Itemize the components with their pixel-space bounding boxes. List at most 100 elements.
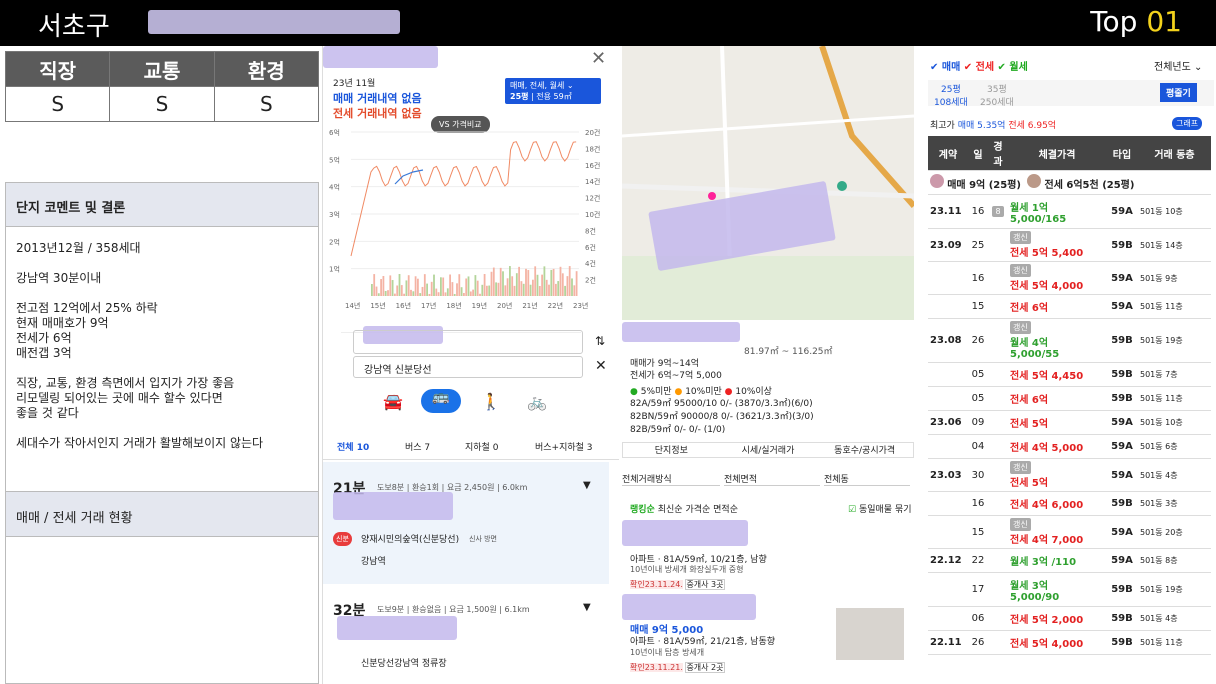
volume-bar [437, 292, 440, 296]
map-view[interactable] [622, 46, 914, 320]
volume-bar [490, 271, 493, 296]
volume-bar [407, 275, 410, 296]
tab-price[interactable]: 시세/실거래가 [720, 443, 817, 457]
volume-bar [460, 287, 463, 296]
volume-bar [380, 279, 382, 296]
volume-bar [472, 289, 474, 296]
size-tab-25[interactable]: 25평 108세대 [934, 82, 968, 108]
comment-box: 단지 코멘트 및 결론 2013년12월 / 358세대 강남역 30분이내 전… [5, 182, 319, 684]
volume-bar [377, 293, 380, 296]
volume-bar [465, 278, 468, 296]
rank-label: Top 01 [1090, 5, 1182, 38]
table-row: 05 전세 6억 59B 501동 11층 [928, 386, 1211, 411]
dest-field[interactable]: 강남역 신분당선 [353, 356, 583, 378]
x-tick: 22년 [548, 301, 563, 310]
comment-title: 단지 코멘트 및 결론 [6, 183, 318, 227]
volume-bar [486, 285, 488, 296]
volume-bar [483, 274, 486, 296]
walk-icon[interactable]: 🚶 [481, 392, 501, 411]
volume-bar [371, 284, 373, 296]
close-icon[interactable]: ✕ [591, 48, 606, 69]
graph-button[interactable]: 그래프 [1172, 117, 1203, 130]
filter-area[interactable]: 전체면적 [724, 472, 820, 486]
filter-dong[interactable]: 전체동 [824, 472, 910, 486]
volume-bar [449, 274, 451, 296]
volume-bar [541, 274, 543, 296]
volume-bar [423, 274, 426, 296]
table-row: 22.12 22 월세 3억 /110 59A 501동 8층 [928, 548, 1211, 573]
volume-bar [394, 293, 396, 296]
swap-icon[interactable]: ⇅ [595, 334, 605, 348]
volume-bar [499, 267, 502, 296]
transit-icon[interactable]: 🚌 [421, 389, 461, 413]
volume-bar [536, 274, 539, 296]
table-row: 23.08 26 갱신 월세 4억 5,000/55 59B 501동 19층 [928, 318, 1211, 363]
volume-bar [538, 285, 541, 296]
volume-bar [426, 283, 428, 296]
avatar [930, 174, 944, 188]
table-row: 04 전세 4억 5,000 59A 501동 6층 [928, 434, 1211, 459]
y-tick-right: 6건 [585, 243, 596, 252]
tab-complex-info[interactable]: 단지정보 [623, 443, 720, 457]
pyeong-button[interactable]: 평줄기 [1160, 83, 1197, 102]
table-row: 23.09 25 갱신 전세 5억 5,400 59B 501동 14층 [928, 228, 1211, 262]
volume-bar [534, 266, 537, 296]
y-tick-left: 2억 [329, 238, 340, 246]
volume-bar [568, 266, 571, 296]
volume-bar [421, 286, 424, 296]
volume-bar [442, 277, 445, 296]
tab-bus-subway[interactable]: 버스+지하철 3 [535, 440, 593, 453]
tab-units[interactable]: 동호수/공시가격 [816, 443, 913, 457]
volume-bar [467, 276, 470, 296]
volume-bar [391, 280, 394, 296]
x-tick: 16년 [396, 301, 411, 310]
route-option-2[interactable]: 32분 도보9분 | 환승없음 | 요금 1,500원 | 6.1km ▼ 신분… [323, 586, 609, 684]
page-title: 서초구 [38, 12, 110, 42]
table-row: 23.11 16 8 월세 1억 5,000/165 59A 501동 10층 [928, 194, 1211, 229]
comment-body: 2013년12월 / 358세대 강남역 30분이내 전고점 12억에서 25%… [16, 241, 264, 450]
volume-bar [451, 282, 454, 296]
header-bar: 서초구 Top 01 [0, 0, 1216, 46]
volume-bar [502, 271, 504, 296]
volume-bar [403, 293, 405, 296]
volume-bar [552, 268, 555, 296]
sort-ranking[interactable]: 랭킹순 [630, 505, 655, 515]
x-tick: 19년 [472, 301, 487, 310]
listing-photo[interactable] [836, 608, 904, 660]
group-same-checkbox[interactable]: ☑ 동일매물 묶기 [848, 502, 912, 515]
y-tick-left: 1억 [329, 266, 340, 274]
volume-bar [543, 266, 546, 296]
y-tick-right: 20건 [585, 128, 600, 137]
size-tab-35[interactable]: 35평 250세대 [980, 82, 1014, 108]
volume-bar [509, 266, 511, 296]
volume-bar [550, 269, 553, 296]
volume-bar [495, 282, 497, 296]
x-tick: 20년 [497, 301, 512, 310]
tab-all[interactable]: 전체 10 [337, 440, 369, 453]
table-row: 22.11 26 전세 5억 4,000 59B 501동 11층 [928, 630, 1211, 655]
volume-bar [476, 280, 479, 296]
chevron-down-icon: ▼ [583, 602, 591, 613]
table-row: 05 전세 5억 4,450 59B 501동 7층 [928, 362, 1211, 387]
car-icon[interactable]: 🚘 [383, 392, 403, 411]
jeonse-line [350, 141, 577, 257]
sort-price[interactable]: 가격순 [685, 505, 710, 515]
clear-icon[interactable]: ✕ [595, 358, 607, 374]
volume-bar [435, 288, 438, 296]
volume-bar [400, 285, 403, 296]
x-tick: 18년 [446, 301, 461, 310]
volume-bar [522, 283, 525, 296]
y-tick-right: 18건 [585, 144, 600, 153]
tab-bus[interactable]: 버스 7 [405, 440, 430, 453]
sort-latest[interactable]: 최신순 [658, 505, 683, 515]
sort-area[interactable]: 면적순 [713, 505, 738, 515]
tab-subway[interactable]: 지하철 0 [465, 440, 498, 453]
filter-button[interactable]: 매매, 전세, 월세 ⌄ 25평 | 전용 59㎡ [505, 78, 601, 104]
year-dropdown[interactable]: 전체년도 ⌄ [1154, 58, 1202, 73]
table-row: 16 전세 4억 6,000 59B 501동 3층 [928, 491, 1211, 516]
x-tick: 14년 [345, 301, 360, 310]
volume-bar [506, 278, 509, 296]
bike-icon[interactable]: 🚲 [527, 392, 547, 411]
filter-trade-type[interactable]: 전체거래방식 [622, 472, 720, 486]
route-option-1[interactable]: 21분 도보8분 | 환승1회 | 요금 2,450원 | 6.0km ▼ 신분… [323, 462, 609, 584]
